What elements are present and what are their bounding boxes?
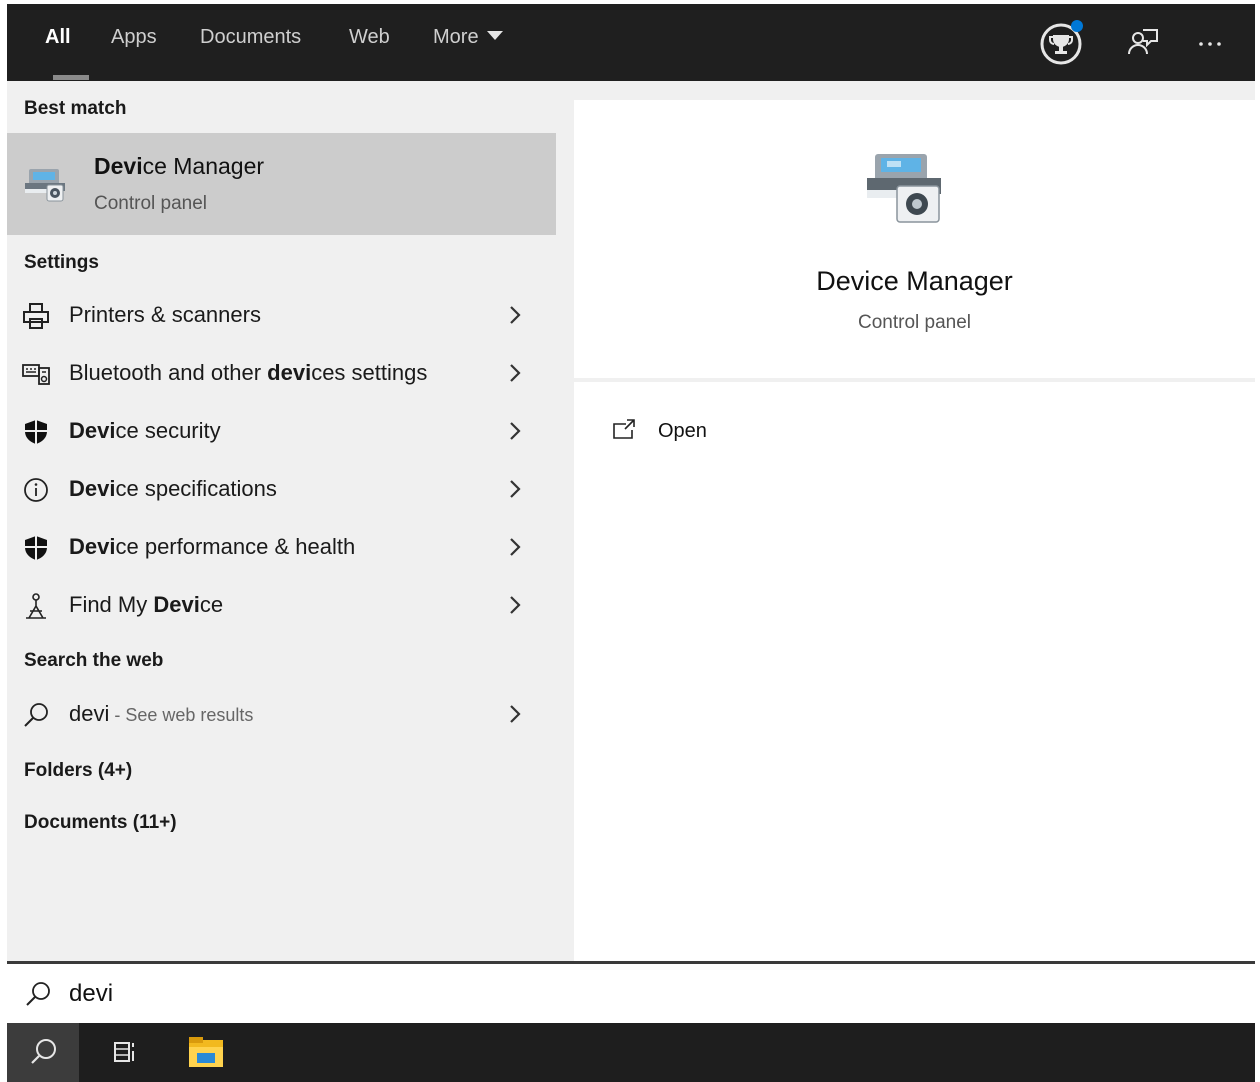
search-icon	[24, 703, 48, 727]
settings-item-device-performance[interactable]: Device performance & health	[7, 522, 556, 574]
results-pane: Best match Device Manager Control panel …	[7, 81, 556, 961]
feedback-icon[interactable]	[1121, 20, 1167, 66]
device-manager-icon	[21, 159, 73, 207]
label-bold: Devi	[69, 418, 116, 443]
tab-web[interactable]: Web	[349, 26, 390, 49]
label-post: ce security	[115, 418, 221, 443]
best-match-title-rest: ce Manager	[142, 153, 265, 179]
settings-item-device-specifications[interactable]: Device specifications	[7, 464, 556, 516]
settings-item-label: Bluetooth and other devices settings	[69, 360, 427, 386]
search-web-header: Search the web	[24, 650, 164, 671]
settings-item-label: Device security	[69, 418, 221, 444]
info-icon	[24, 478, 48, 502]
find-device-icon	[26, 593, 46, 619]
active-tab-indicator	[53, 75, 89, 80]
settings-item-label: Device performance & health	[69, 534, 355, 560]
open-label: Open	[658, 420, 707, 442]
label-bold: Devi	[153, 592, 200, 617]
best-match-header: Best match	[24, 98, 127, 119]
chevron-right-icon	[510, 705, 521, 723]
taskbar	[7, 1023, 1255, 1082]
printer-icon	[23, 303, 49, 329]
rewards-trophy-icon[interactable]	[1039, 20, 1085, 66]
settings-item-find-my-device[interactable]: Find My Device	[7, 580, 556, 632]
preview-subtitle: Control panel	[857, 312, 972, 333]
settings-item-label: Device specifications	[69, 476, 277, 502]
best-match-title-bold: Devi	[94, 153, 143, 179]
chevron-right-icon	[510, 364, 521, 382]
shield-icon	[25, 536, 47, 560]
label-pre: Bluetooth and other	[69, 360, 268, 385]
file-explorer-icon	[189, 1037, 223, 1067]
settings-item-label: Find My Device	[69, 592, 223, 618]
label-post: ce	[199, 592, 224, 617]
chevron-right-icon	[510, 480, 521, 498]
label-pre: Printers & scanners	[69, 302, 261, 327]
best-match-device-manager[interactable]: Device Manager Control panel	[7, 133, 556, 235]
web-result-label: devi - See web results	[69, 701, 253, 727]
label-post: ce performance & health	[115, 534, 356, 559]
web-result-item[interactable]: devi - See web results	[7, 689, 556, 741]
open-action[interactable]: Open	[612, 416, 912, 456]
best-match-title: Device Manager	[94, 153, 264, 180]
settings-header: Settings	[24, 252, 99, 273]
open-icon	[613, 419, 635, 439]
search-icon	[26, 982, 50, 1006]
devices-icon	[22, 364, 50, 385]
label-bold: devi	[267, 360, 312, 385]
tab-documents[interactable]: Documents	[200, 26, 301, 49]
search-input[interactable]	[69, 974, 669, 1014]
caret-down-icon	[486, 31, 503, 41]
device-manager-icon	[857, 150, 957, 230]
best-match-subtitle: Control panel	[94, 193, 208, 214]
tab-apps[interactable]: Apps	[111, 26, 157, 49]
label-pre: Find My	[69, 592, 154, 617]
web-result-suffix: - See web results	[109, 705, 254, 725]
label-post: ce specifications	[115, 476, 277, 501]
tab-more-label: More	[433, 26, 479, 48]
taskbar-search-button[interactable]	[7, 1023, 79, 1082]
label-bold: Devi	[69, 534, 116, 559]
search-icon	[31, 1039, 56, 1064]
shield-icon	[25, 420, 47, 444]
folders-group-header[interactable]: Folders (4+)	[24, 760, 132, 782]
search-box	[7, 961, 1255, 1023]
file-explorer-button[interactable]	[175, 1023, 235, 1082]
chevron-right-icon	[510, 596, 521, 614]
search-filter-bar: All Apps Documents Web More	[7, 0, 1255, 81]
chevron-right-icon	[510, 538, 521, 556]
task-view-button[interactable]	[95, 1023, 155, 1082]
more-options-icon[interactable]	[1187, 20, 1233, 66]
web-query: devi	[69, 701, 110, 726]
chevron-right-icon	[510, 422, 521, 440]
settings-item-label: Printers & scanners	[69, 302, 261, 328]
preview-title: Device Manager	[816, 266, 1013, 296]
label-post: ces settings	[311, 360, 428, 385]
search-window: All Apps Documents Web More Best match D…	[7, 0, 1255, 1082]
settings-item-bluetooth[interactable]: Bluetooth and other devices settings	[7, 348, 556, 400]
chevron-right-icon	[510, 306, 521, 324]
task-view-icon	[114, 1042, 134, 1062]
label-bold: Devi	[69, 476, 116, 501]
documents-group-header[interactable]: Documents (11+)	[24, 812, 177, 834]
preview-header: Device Manager Control panel	[574, 100, 1255, 382]
tab-all[interactable]: All	[45, 26, 71, 49]
settings-item-device-security[interactable]: Device security	[7, 406, 556, 458]
tab-more[interactable]: More	[433, 26, 503, 49]
settings-item-printers[interactable]: Printers & scanners	[7, 290, 556, 342]
preview-pane: Device Manager Control panel Open	[574, 100, 1255, 961]
